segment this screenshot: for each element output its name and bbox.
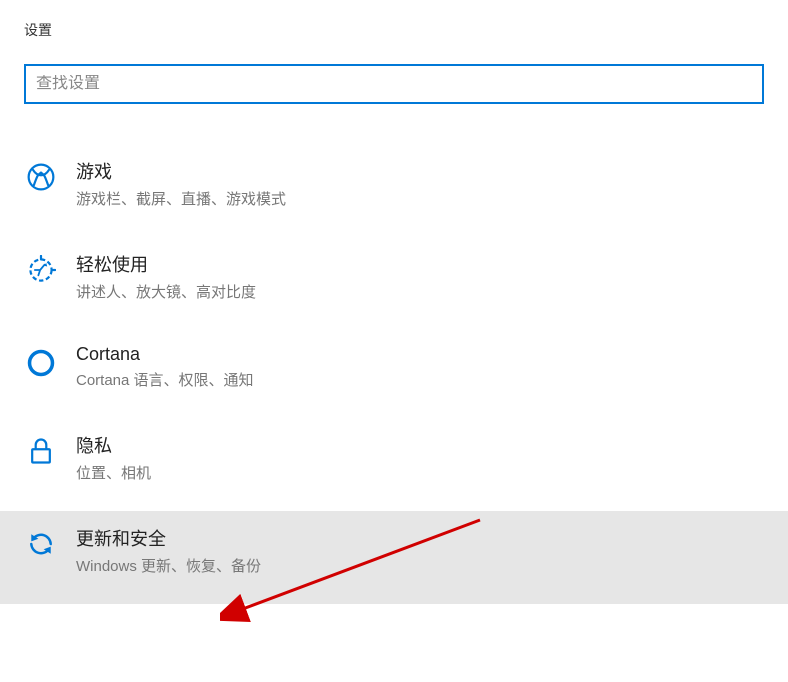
update-icon	[24, 527, 58, 561]
xbox-icon	[24, 160, 58, 194]
header: 设置	[0, 0, 788, 56]
item-desc: Windows 更新、恢复、备份	[76, 555, 261, 576]
ease-of-access-icon	[24, 253, 58, 287]
list-item-cortana[interactable]: Cortana Cortana 语言、权限、通知	[0, 330, 788, 418]
search-input[interactable]	[36, 75, 752, 93]
item-title: 隐私	[76, 432, 151, 458]
item-title: 轻松使用	[76, 251, 256, 277]
search-box[interactable]	[24, 64, 764, 104]
list-item-privacy[interactable]: 隐私 位置、相机	[0, 418, 788, 511]
item-desc: 位置、相机	[76, 462, 151, 483]
list-item-ease-of-access[interactable]: 轻松使用 讲述人、放大镜、高对比度	[0, 237, 788, 330]
settings-list: 游戏 游戏栏、截屏、直播、游戏模式 轻松使用 讲述人、放大镜、高对比度 Cort…	[0, 144, 788, 604]
item-text: 轻松使用 讲述人、放大镜、高对比度	[76, 251, 256, 302]
item-title: 更新和安全	[76, 525, 261, 551]
item-text: 更新和安全 Windows 更新、恢复、备份	[76, 525, 261, 576]
list-item-update-security[interactable]: 更新和安全 Windows 更新、恢复、备份	[0, 511, 788, 604]
item-desc: Cortana 语言、权限、通知	[76, 369, 254, 390]
cortana-icon	[24, 346, 58, 380]
list-item-gaming[interactable]: 游戏 游戏栏、截屏、直播、游戏模式	[0, 144, 788, 237]
privacy-icon	[24, 434, 58, 468]
item-title: 游戏	[76, 158, 286, 184]
item-text: Cortana Cortana 语言、权限、通知	[76, 344, 254, 390]
page-title: 设置	[24, 20, 764, 40]
item-text: 隐私 位置、相机	[76, 432, 151, 483]
item-text: 游戏 游戏栏、截屏、直播、游戏模式	[76, 158, 286, 209]
item-title: Cortana	[76, 344, 254, 365]
item-desc: 游戏栏、截屏、直播、游戏模式	[76, 188, 286, 209]
item-desc: 讲述人、放大镜、高对比度	[76, 281, 256, 302]
